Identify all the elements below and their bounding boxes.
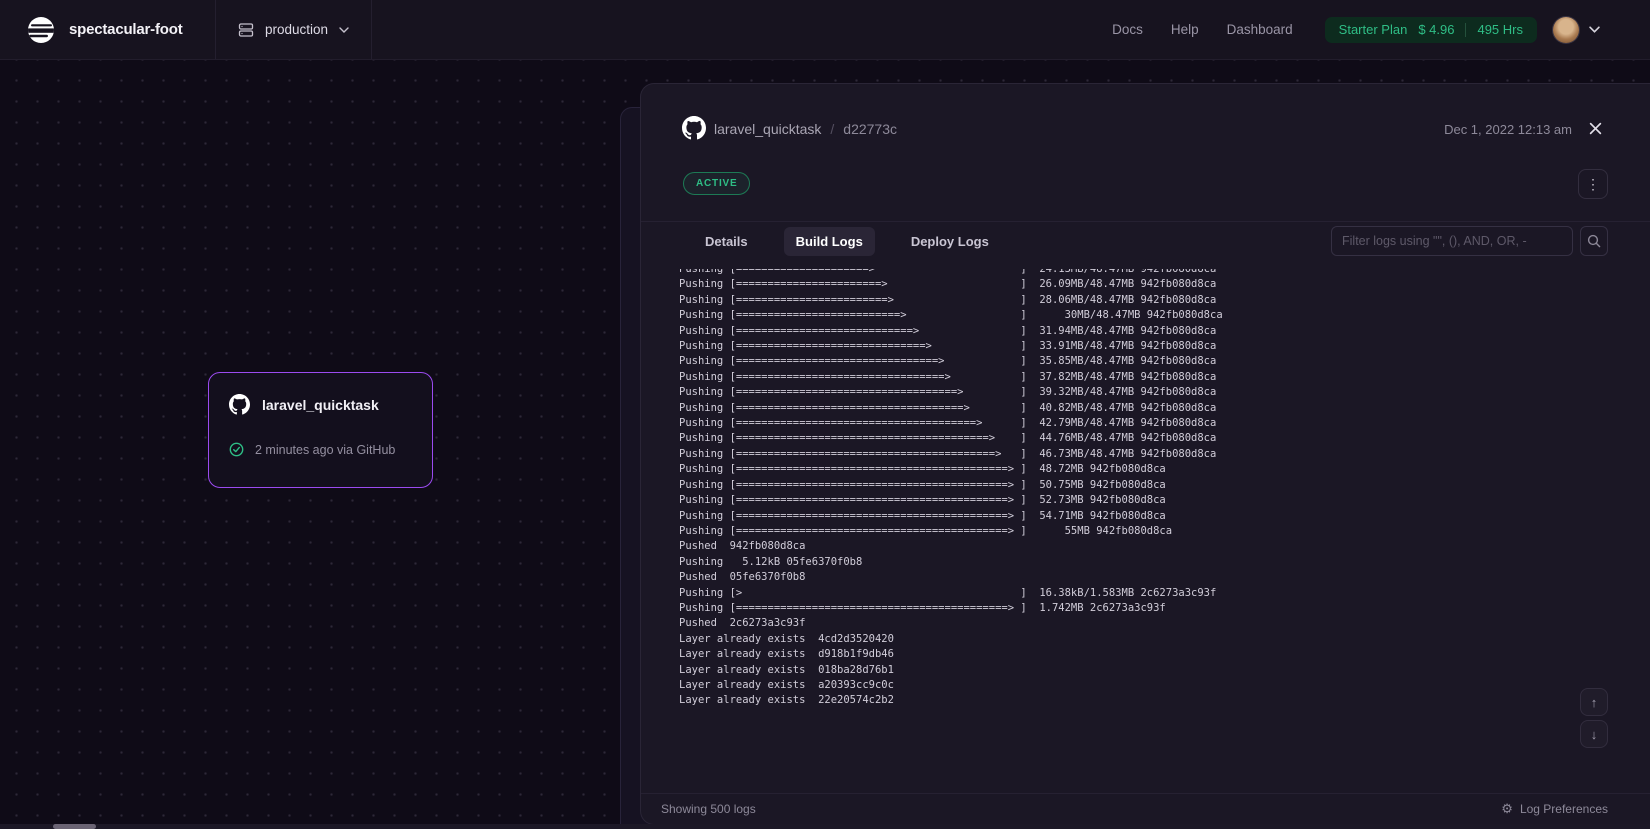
log-line: Pushing [===============================… bbox=[679, 401, 1217, 414]
log-line: Pushing [===============================… bbox=[679, 509, 1166, 522]
github-icon bbox=[682, 116, 706, 140]
log-line: Layer already exists 22e20574c2b2 bbox=[679, 694, 894, 707]
chevron-down-icon bbox=[339, 26, 349, 33]
railway-logo-icon bbox=[28, 16, 54, 43]
log-filter-input[interactable] bbox=[1331, 226, 1573, 256]
log-line: Layer already exists 5d3297c34aa9 bbox=[679, 709, 1650, 711]
nav-link-docs[interactable]: Docs bbox=[1112, 22, 1143, 37]
project-brand[interactable]: spectacular-foot bbox=[0, 0, 215, 59]
log-line: Pushing [===============================… bbox=[679, 355, 1217, 368]
plan-hours: 495 Hrs bbox=[1477, 22, 1523, 37]
plan-name: Starter Plan bbox=[1338, 22, 1408, 37]
tabs-divider bbox=[641, 221, 1650, 222]
log-line: Pushing [===============================… bbox=[679, 432, 1217, 445]
service-card-laravel-quicktask[interactable]: laravel_quicktask 2 minutes ago via GitH… bbox=[208, 372, 433, 488]
nav-right-cluster: Docs Help Dashboard Starter Plan $ 4.96 … bbox=[1112, 16, 1650, 43]
environment-switcher[interactable]: production bbox=[215, 0, 373, 59]
deployment-commit-hash: d22773c bbox=[843, 121, 897, 137]
log-line: Pushing [> ] 16.38kB/1.583MB 2c6273a3c93… bbox=[679, 586, 1217, 599]
search-icon bbox=[1587, 234, 1601, 248]
deployment-breadcrumb: laravel_quicktask / d22773c bbox=[714, 121, 897, 137]
user-avatar[interactable] bbox=[1553, 16, 1579, 43]
tab-details[interactable]: Details bbox=[693, 227, 760, 256]
horizontal-scrollbar-thumb[interactable] bbox=[53, 824, 96, 829]
log-line: Pushed 942fb080d8ca bbox=[679, 540, 806, 553]
log-line: Pushing [===============================… bbox=[679, 370, 1217, 383]
deployment-panel: laravel_quicktask / d22773c Dec 1, 2022 … bbox=[640, 83, 1650, 825]
log-preferences-button[interactable]: ⚙ Log Preferences bbox=[1501, 801, 1608, 817]
status-badge: ACTIVE bbox=[683, 172, 751, 195]
account-chevron-down-icon[interactable] bbox=[1589, 26, 1600, 33]
log-line: Pushing [=====================> ] 24.13M… bbox=[679, 269, 1217, 275]
log-line: Pushing [===============================… bbox=[679, 417, 1217, 430]
check-circle-icon bbox=[229, 442, 244, 457]
panel-footer: Showing 500 logs ⚙ Log Preferences bbox=[641, 793, 1650, 824]
plan-usage-badge[interactable]: Starter Plan $ 4.96 495 Hrs bbox=[1324, 16, 1537, 43]
deployment-timestamp: Dec 1, 2022 12:13 am bbox=[1444, 122, 1572, 137]
log-line: Pushed 05fe6370f0b8 bbox=[679, 571, 806, 584]
build-log-output[interactable]: Pushing [=====================> ] 24.13M… bbox=[641, 269, 1650, 710]
log-line: Pushing [===============================… bbox=[679, 601, 1166, 614]
nav-link-dashboard[interactable]: Dashboard bbox=[1227, 22, 1293, 37]
log-line: Layer already exists 018ba28d76b1 bbox=[679, 663, 894, 676]
log-line: Layer already exists d918b1f9db46 bbox=[679, 648, 894, 661]
search-button[interactable] bbox=[1580, 226, 1608, 256]
log-line: Pushing [==========================> ] 3… bbox=[679, 309, 1223, 322]
gear-icon: ⚙ bbox=[1501, 801, 1513, 816]
scroll-to-bottom-button[interactable]: ↓ bbox=[1580, 720, 1608, 748]
plan-amount: $ 4.96 bbox=[1418, 22, 1455, 37]
service-card-header: laravel_quicktask bbox=[229, 394, 412, 415]
github-icon bbox=[229, 394, 250, 415]
breadcrumb-separator: / bbox=[830, 121, 835, 137]
deployment-menu-button[interactable]: ⋮ bbox=[1578, 169, 1608, 199]
log-line: Pushing [============================> ]… bbox=[679, 324, 1217, 337]
horizontal-scrollbar-track[interactable] bbox=[0, 824, 1650, 829]
log-line: Layer already exists 4cd2d3520420 bbox=[679, 632, 894, 645]
log-line: Pushing [=======================> ] 26.0… bbox=[679, 278, 1217, 291]
service-card-status-text: 2 minutes ago via GitHub bbox=[255, 442, 396, 457]
log-preferences-label: Log Preferences bbox=[1519, 802, 1608, 816]
log-line: Pushing [===============================… bbox=[679, 478, 1166, 491]
tab-deploy-logs[interactable]: Deploy Logs bbox=[899, 227, 1001, 256]
service-card-status-row: 2 minutes ago via GitHub bbox=[229, 442, 412, 457]
plan-badge-divider bbox=[1465, 22, 1467, 37]
environment-stack-icon bbox=[238, 22, 254, 38]
log-line: Layer already exists a20393cc9c0c bbox=[679, 678, 894, 691]
panel-tabs: Details Build Logs Deploy Logs bbox=[693, 227, 1001, 256]
log-line: Pushing 5.12kB 05fe6370f0b8 bbox=[679, 555, 863, 568]
kebab-menu-icon: ⋮ bbox=[1586, 176, 1600, 192]
log-line: Pushed 2c6273a3c93f bbox=[679, 617, 806, 630]
log-line: Pushing [===============================… bbox=[679, 524, 1173, 537]
log-line: Pushing [===============================… bbox=[679, 463, 1166, 476]
log-line: Pushing [==============================>… bbox=[679, 340, 1217, 353]
log-count-text: Showing 500 logs bbox=[661, 802, 756, 816]
arrow-down-icon: ↓ bbox=[1590, 726, 1598, 742]
deployment-repo-name: laravel_quicktask bbox=[714, 121, 822, 137]
log-line: Pushing [===============================… bbox=[679, 494, 1166, 507]
log-line: Pushing [========================> ] 28.… bbox=[679, 293, 1217, 306]
arrow-up-icon: ↑ bbox=[1590, 694, 1598, 710]
tab-build-logs[interactable]: Build Logs bbox=[783, 227, 875, 256]
log-line: Pushing [===============================… bbox=[679, 386, 1217, 399]
top-nav: spectacular-foot production Docs Help Da… bbox=[0, 0, 1650, 60]
scroll-to-top-button[interactable]: ↑ bbox=[1580, 688, 1608, 716]
project-name: spectacular-foot bbox=[69, 21, 183, 38]
environment-name: production bbox=[265, 22, 329, 37]
service-card-title: laravel_quicktask bbox=[262, 396, 379, 413]
close-icon[interactable] bbox=[1584, 117, 1606, 139]
nav-link-help[interactable]: Help bbox=[1171, 22, 1199, 37]
log-line: Pushing [===============================… bbox=[679, 447, 1217, 460]
